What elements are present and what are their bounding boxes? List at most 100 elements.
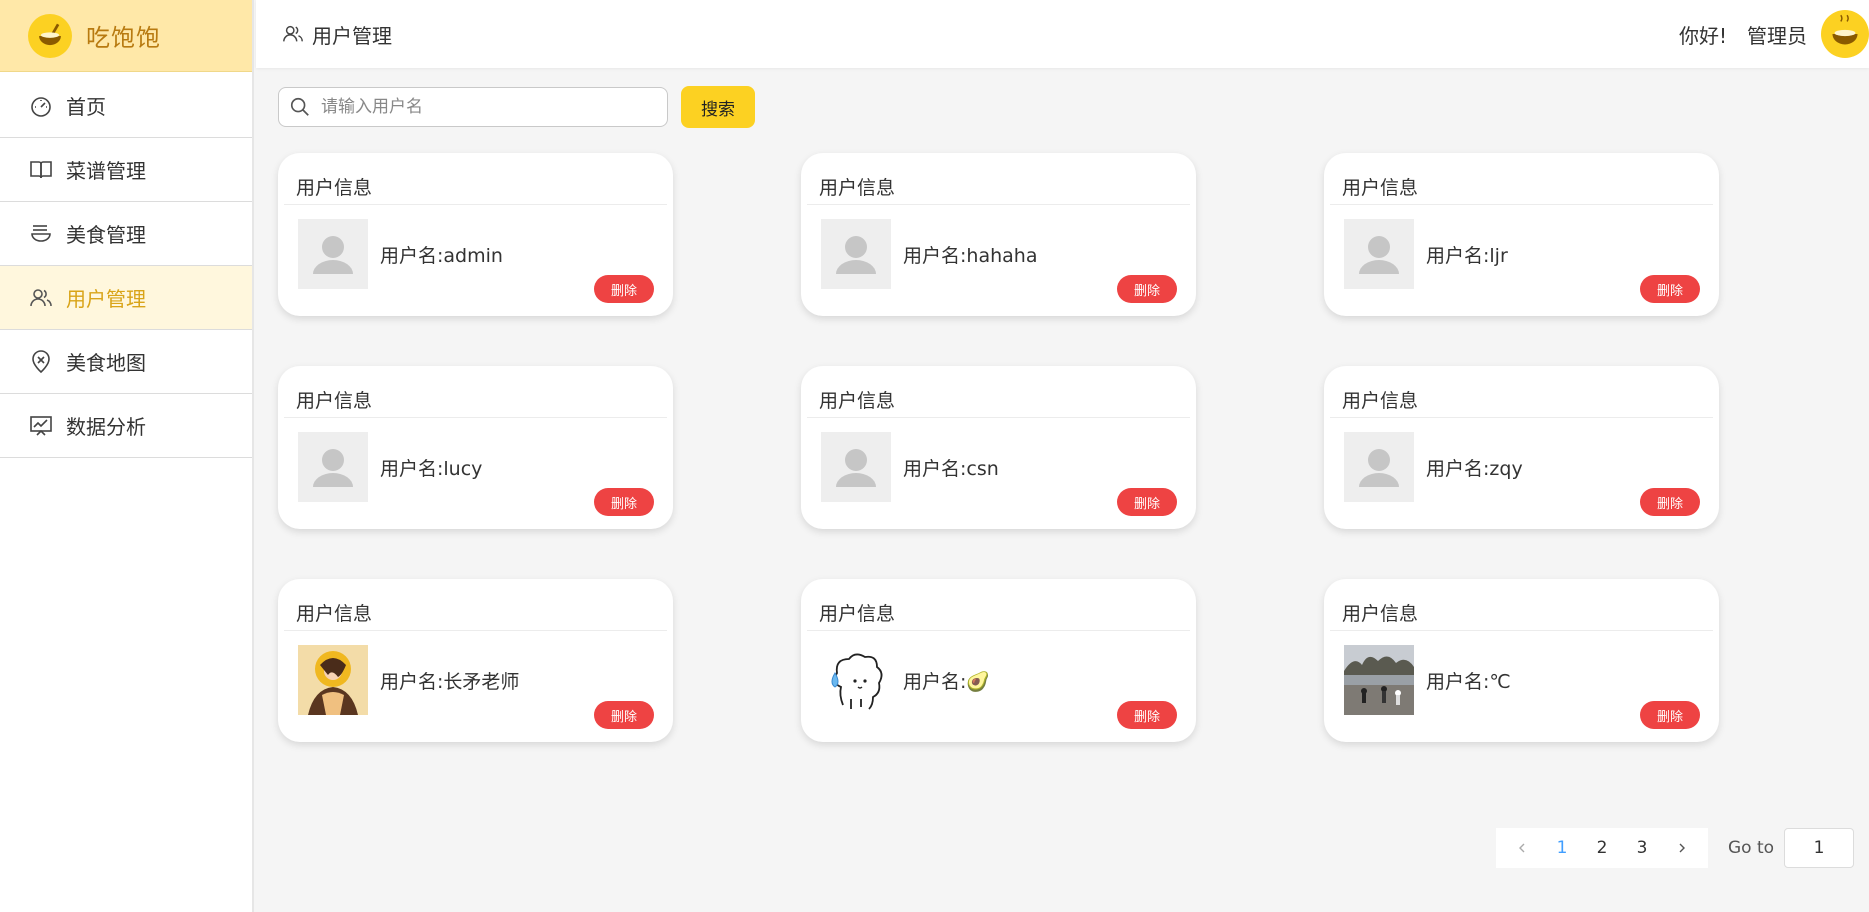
brand[interactable]: 吃饱饱 <box>0 0 252 72</box>
breadcrumb: 用户管理 <box>282 20 392 49</box>
photo-avatar <box>1344 645 1414 715</box>
delete-button[interactable]: 删除 <box>594 275 654 303</box>
username-label: 用户名: <box>903 670 967 693</box>
card-title: 用户信息 <box>807 153 1190 205</box>
username-label: 用户名: <box>1426 457 1490 480</box>
username-value: lucy <box>443 457 483 480</box>
username-label: 用户名: <box>1426 244 1490 267</box>
user-card: 用户信息 用户名:admin 删除 <box>278 153 673 316</box>
user-card: 用户信息 用户名:hahaha 删除 <box>801 153 1196 316</box>
sidebar-item-food[interactable]: 美食管理 <box>0 202 252 266</box>
user-card: 用户信息 用户名:zqy 删除 <box>1324 366 1719 529</box>
card-title: 用户信息 <box>284 366 667 418</box>
username-label: 用户名: <box>380 670 444 693</box>
default-avatar-icon <box>298 432 368 502</box>
sidebar-menu: 首页 菜谱管理 美食管理 用户管理 美食地图 数据分析 <box>0 74 252 458</box>
username-text: 用户名:℃ <box>1426 667 1511 694</box>
bowl-icon <box>28 221 54 247</box>
sidebar-item-label: 数据分析 <box>66 415 146 439</box>
dashboard-icon <box>28 93 54 119</box>
default-avatar-icon <box>1344 432 1414 502</box>
delete-button[interactable]: 删除 <box>1640 275 1700 303</box>
brand-name: 吃饱饱 <box>86 24 161 52</box>
search-bar: 搜索 <box>278 86 755 128</box>
pagination-pages: 1 2 3 <box>1496 828 1708 868</box>
sidebar-item-label: 菜谱管理 <box>66 159 146 183</box>
search-icon <box>290 97 309 116</box>
page-number[interactable]: 1 <box>1542 828 1582 868</box>
username-value: zqy <box>1489 457 1523 480</box>
book-icon <box>28 157 54 183</box>
chevron-left-icon <box>1519 843 1525 853</box>
delete-button[interactable]: 删除 <box>594 488 654 516</box>
sidebar-item-label: 用户管理 <box>66 287 146 311</box>
user-card: 用户信息 用户名:℃ 删除 <box>1324 579 1719 742</box>
username-text: 用户名:长矛老师 <box>380 667 519 694</box>
card-title: 用户信息 <box>807 366 1190 418</box>
username-value: ℃ <box>1489 670 1511 693</box>
sidebar: 吃饱饱 首页 菜谱管理 美食管理 用户管理 美食地图 数据分析 <box>0 0 254 912</box>
user-card-grid: 用户信息 用户名:admin 删除 用户信息 用户名:hahaha 删除 用户信… <box>278 153 1719 742</box>
username-text: 用户名:zqy <box>1426 454 1523 481</box>
user-card: 用户信息 用户名:🥑 删除 <box>801 579 1196 742</box>
delete-button[interactable]: 删除 <box>1117 701 1177 729</box>
delete-button[interactable]: 删除 <box>1117 275 1177 303</box>
username-label: 用户名: <box>903 244 967 267</box>
default-avatar-icon <box>1344 219 1414 289</box>
username-label: 用户名: <box>380 457 444 480</box>
page-number[interactable]: 2 <box>1582 828 1622 868</box>
username-text: 用户名:admin <box>380 241 503 268</box>
cartoon-ghost-avatar <box>821 645 891 715</box>
user-card: 用户信息 用户名:长矛老师 删除 <box>278 579 673 742</box>
page-title: 用户管理 <box>312 23 392 48</box>
delete-button[interactable]: 删除 <box>1640 701 1700 729</box>
avatar[interactable] <box>1821 10 1869 58</box>
prev-page-button[interactable] <box>1502 828 1542 868</box>
username-label: 用户名: <box>903 457 967 480</box>
delete-button[interactable]: 删除 <box>594 701 654 729</box>
sidebar-item-map[interactable]: 美食地图 <box>0 330 252 394</box>
sidebar-item-label: 首页 <box>66 95 106 119</box>
sidebar-item-analytics[interactable]: 数据分析 <box>0 394 252 458</box>
card-title: 用户信息 <box>284 153 667 205</box>
search-box <box>278 87 668 127</box>
username-value: ljr <box>1489 244 1508 267</box>
sidebar-item-home[interactable]: 首页 <box>0 74 252 138</box>
user-card: 用户信息 用户名:csn 删除 <box>801 366 1196 529</box>
username-value: csn <box>966 457 999 480</box>
next-page-button[interactable] <box>1662 828 1702 868</box>
search-button[interactable]: 搜索 <box>681 86 755 128</box>
user-card: 用户信息 用户名:lucy 删除 <box>278 366 673 529</box>
goto-label: Go to <box>1728 838 1775 858</box>
chevron-right-icon <box>1679 843 1685 853</box>
card-title: 用户信息 <box>1330 579 1713 631</box>
username-label: 用户名: <box>380 244 444 267</box>
username-text: 用户名:hahaha <box>903 241 1037 268</box>
map-pin-icon <box>28 349 54 375</box>
card-title: 用户信息 <box>1330 153 1713 205</box>
username-label: 用户名: <box>1426 670 1490 693</box>
search-input[interactable] <box>321 97 641 117</box>
pagination: 1 2 3 Go to <box>1496 828 1855 868</box>
card-title: 用户信息 <box>284 579 667 631</box>
user-name[interactable]: 管理员 <box>1747 20 1807 49</box>
rice-bowl-icon <box>28 13 72 58</box>
users-icon <box>283 25 303 42</box>
delete-button[interactable]: 删除 <box>1117 488 1177 516</box>
users-icon <box>28 285 54 311</box>
greeting-text: 你好! <box>1678 23 1727 48</box>
default-avatar-icon <box>821 432 891 502</box>
goto-page-input[interactable] <box>1784 828 1855 868</box>
default-avatar-icon <box>298 219 368 289</box>
sidebar-item-users[interactable]: 用户管理 <box>0 266 252 330</box>
username-text: 用户名:csn <box>903 454 999 481</box>
sidebar-item-recipes[interactable]: 菜谱管理 <box>0 138 252 202</box>
user-card: 用户信息 用户名:ljr 删除 <box>1324 153 1719 316</box>
default-avatar-icon <box>821 219 891 289</box>
page-number[interactable]: 3 <box>1622 828 1662 868</box>
username-text: 用户名:lucy <box>380 454 482 481</box>
username-text: 用户名:🥑 <box>903 667 990 694</box>
username-value: admin <box>443 244 503 267</box>
delete-button[interactable]: 删除 <box>1640 488 1700 516</box>
user-area: 你好! 管理员 <box>1679 10 1869 58</box>
